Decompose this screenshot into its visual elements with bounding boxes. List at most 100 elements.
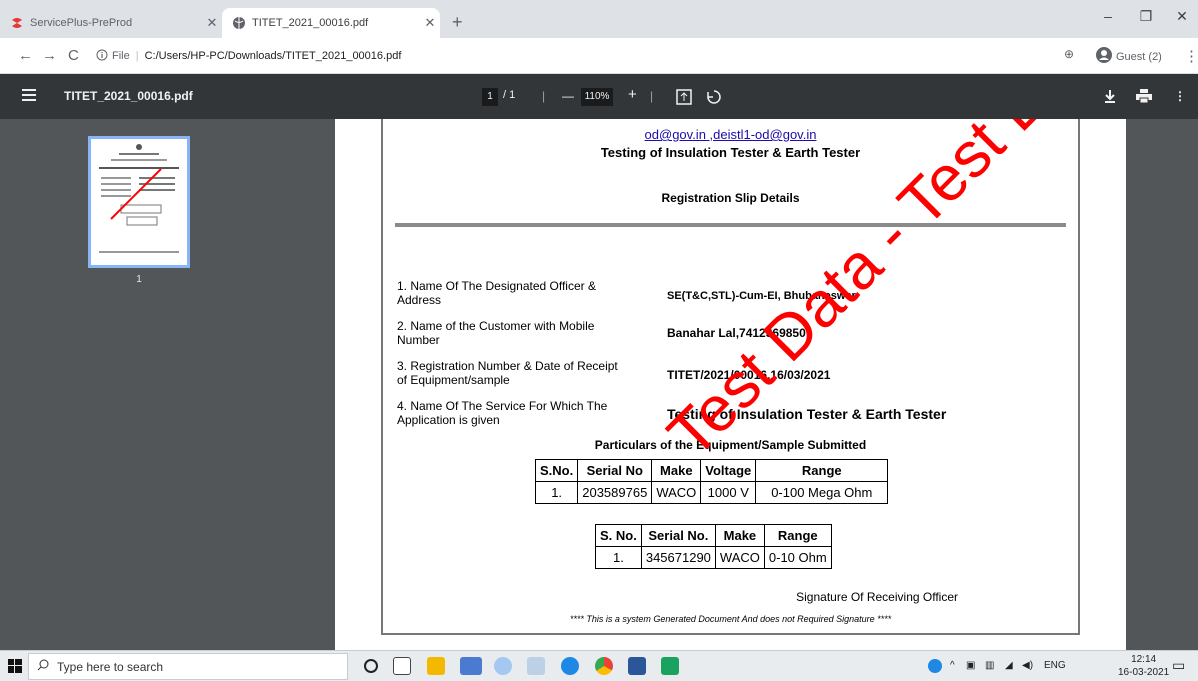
close-icon[interactable]: ✕	[420, 15, 440, 31]
windows-start-icon[interactable]	[8, 659, 22, 678]
table-cell: 203589765	[577, 481, 653, 504]
taskbar-search-input[interactable]: Type here to search	[28, 653, 348, 680]
browser-toolbar: ← → C File | C:/Users/HP-PC/Downloads/TI…	[0, 38, 1198, 74]
document-frame: od@gov.in ,deistl1-od@gov.in Testing of …	[381, 119, 1126, 635]
table-cell: 0-10 Ohm	[763, 546, 832, 569]
minimize-icon[interactable]: –	[1096, 8, 1120, 24]
edge-icon[interactable]	[561, 657, 579, 675]
thumbnail-page-number: 1	[136, 274, 142, 285]
table-header: Range	[763, 524, 832, 547]
volume-icon[interactable]: ◀)	[1022, 660, 1033, 671]
avatar-icon	[1096, 47, 1112, 66]
horizontal-divider	[395, 223, 1066, 227]
pdf-page: od@gov.in ,deistl1-od@gov.in Testing of …	[335, 119, 1126, 650]
word-icon[interactable]	[628, 657, 646, 675]
table-header: Serial No	[577, 459, 653, 482]
page-thumbnail[interactable]	[88, 136, 190, 268]
tab-title: ServicePlus-PreProd	[30, 17, 133, 29]
table-row: 1. 345671290 WACO 0-10 Ohm	[595, 546, 832, 569]
url-text: C:/Users/HP-PC/Downloads/TITET_2021_0001…	[144, 50, 402, 62]
page-total: / 1	[503, 89, 516, 101]
viewer-scroll-area[interactable]	[1128, 119, 1198, 650]
document-heading: Testing of Insulation Tester & Earth Tes…	[600, 145, 861, 160]
field-label: 1. Name Of The Designated Officer & Addre…	[397, 279, 596, 307]
zoom-input[interactable]: 110%	[581, 88, 613, 106]
sidebar-menu-icon[interactable]	[22, 89, 36, 104]
new-tab-button[interactable]: +	[452, 12, 463, 33]
zoom-icon[interactable]: ⊕	[1064, 47, 1074, 61]
fit-page-icon[interactable]	[676, 89, 692, 108]
app-green-icon[interactable]	[661, 657, 679, 675]
task-view-icon[interactable]	[393, 657, 411, 675]
print-icon[interactable]	[1136, 89, 1152, 106]
pdf-title: TITET_2021_00016.pdf	[64, 89, 193, 103]
field-label: 3. Registration Number & Date of Receipt…	[397, 359, 618, 387]
help-icon[interactable]	[928, 659, 942, 673]
serviceplus-favicon-icon	[10, 16, 24, 30]
table-cell: 0-100 Mega Ohm	[755, 481, 889, 504]
table-header: Voltage	[700, 459, 757, 482]
pdf-viewer[interactable]: od@gov.in ,deistl1-od@gov.in Testing of …	[271, 119, 1198, 650]
table-header-row: S. No. Serial No. Make Range	[595, 524, 832, 547]
table-cell: 1000 V	[700, 481, 757, 504]
forward-arrow-icon[interactable]: →	[42, 47, 57, 64]
pdf-more-icon[interactable]: ⋮	[1174, 89, 1186, 103]
profile-button[interactable]: Guest (2)	[1096, 47, 1162, 66]
field-value: Testing of Insulation Tester & Earth Tes…	[667, 406, 947, 422]
tab-serviceplus[interactable]: ServicePlus-PreProd ✕	[10, 8, 222, 38]
equipment-table-2: S. No. Serial No. Make Range 1. 34567129…	[595, 524, 832, 569]
field-label: 4. Name Of The Service For Which The Appl…	[397, 399, 608, 427]
back-arrow-icon[interactable]: ←	[18, 47, 33, 64]
language-indicator[interactable]: ENG	[1044, 660, 1066, 671]
footer-note: **** This is a system Generated Document…	[569, 614, 892, 624]
chrome-icon[interactable]	[595, 657, 613, 675]
table-header: S. No.	[595, 524, 642, 547]
table-header: Serial No.	[640, 524, 716, 547]
browser-tab-strip: ServicePlus-PreProd ✕ TITET_2021_00016.p…	[0, 0, 1198, 38]
clock[interactable]: 12:14 16-03-2021	[1118, 653, 1169, 679]
page-number-input[interactable]: 1	[482, 88, 498, 106]
table-cell: WACO	[714, 546, 765, 569]
more-menu-icon[interactable]: ⋮	[1184, 47, 1198, 65]
reload-icon[interactable]: C	[68, 47, 79, 64]
info-icon[interactable]	[96, 49, 108, 64]
search-placeholder: Type here to search	[57, 659, 164, 674]
tray-app-icon[interactable]: ▣	[966, 660, 975, 671]
field-value: Banahar Lal,7412369850	[667, 326, 806, 340]
globe-icon	[232, 16, 246, 30]
document-subheading: Registration Slip Details	[661, 191, 800, 205]
field-value: TITET/2021/00016,16/03/2021	[667, 368, 831, 382]
table-header: Range	[755, 459, 889, 482]
clock-time: 12:14	[1131, 654, 1157, 665]
download-icon[interactable]	[1103, 89, 1117, 106]
zoom-in-button[interactable]: +	[628, 86, 637, 103]
file-explorer-icon[interactable]	[427, 657, 445, 675]
tab-title: TITET_2021_00016.pdf	[252, 17, 369, 29]
app-icon[interactable]	[527, 657, 545, 675]
tab-pdf[interactable]: TITET_2021_00016.pdf ✕	[222, 8, 440, 38]
cortana-icon[interactable]	[364, 659, 378, 673]
mail-icon[interactable]	[460, 657, 482, 675]
restore-icon[interactable]: ❐	[1134, 8, 1158, 25]
close-icon[interactable]: ✕	[202, 15, 222, 31]
settings-icon[interactable]	[494, 657, 512, 675]
rotate-icon[interactable]	[706, 89, 722, 108]
clock-date: 16-03-2021	[1118, 667, 1170, 678]
signature-label: Signature Of Receiving Officer	[796, 590, 958, 604]
table-cell: 1.	[534, 481, 579, 504]
field-value: SE(T&C,STL)-Cum-EI, Bhubaneswar	[667, 290, 856, 302]
contact-emails[interactable]: od@gov.in ,deistl1-od@gov.in	[383, 127, 1078, 142]
address-bar[interactable]: File | C:/Users/HP-PC/Downloads/TITET_20…	[96, 45, 1056, 67]
table-header: S.No.	[534, 459, 579, 482]
profile-label: Guest (2)	[1116, 50, 1162, 63]
network-icon[interactable]: ▥	[985, 660, 994, 671]
chevron-up-icon[interactable]: ^	[950, 660, 955, 671]
toolbar-divider: |	[650, 89, 654, 103]
pdf-toolbar: TITET_2021_00016.pdf 1 / 1 | — 110% + | …	[0, 75, 1198, 119]
zoom-out-button[interactable]: —	[562, 89, 574, 103]
window-close-icon[interactable]: ✕	[1170, 8, 1194, 25]
table-cell: 345671290	[640, 546, 716, 569]
table-header: Make	[651, 459, 702, 482]
notification-icon[interactable]: ▭	[1172, 657, 1185, 674]
wifi-icon[interactable]: ◢	[1005, 660, 1013, 671]
